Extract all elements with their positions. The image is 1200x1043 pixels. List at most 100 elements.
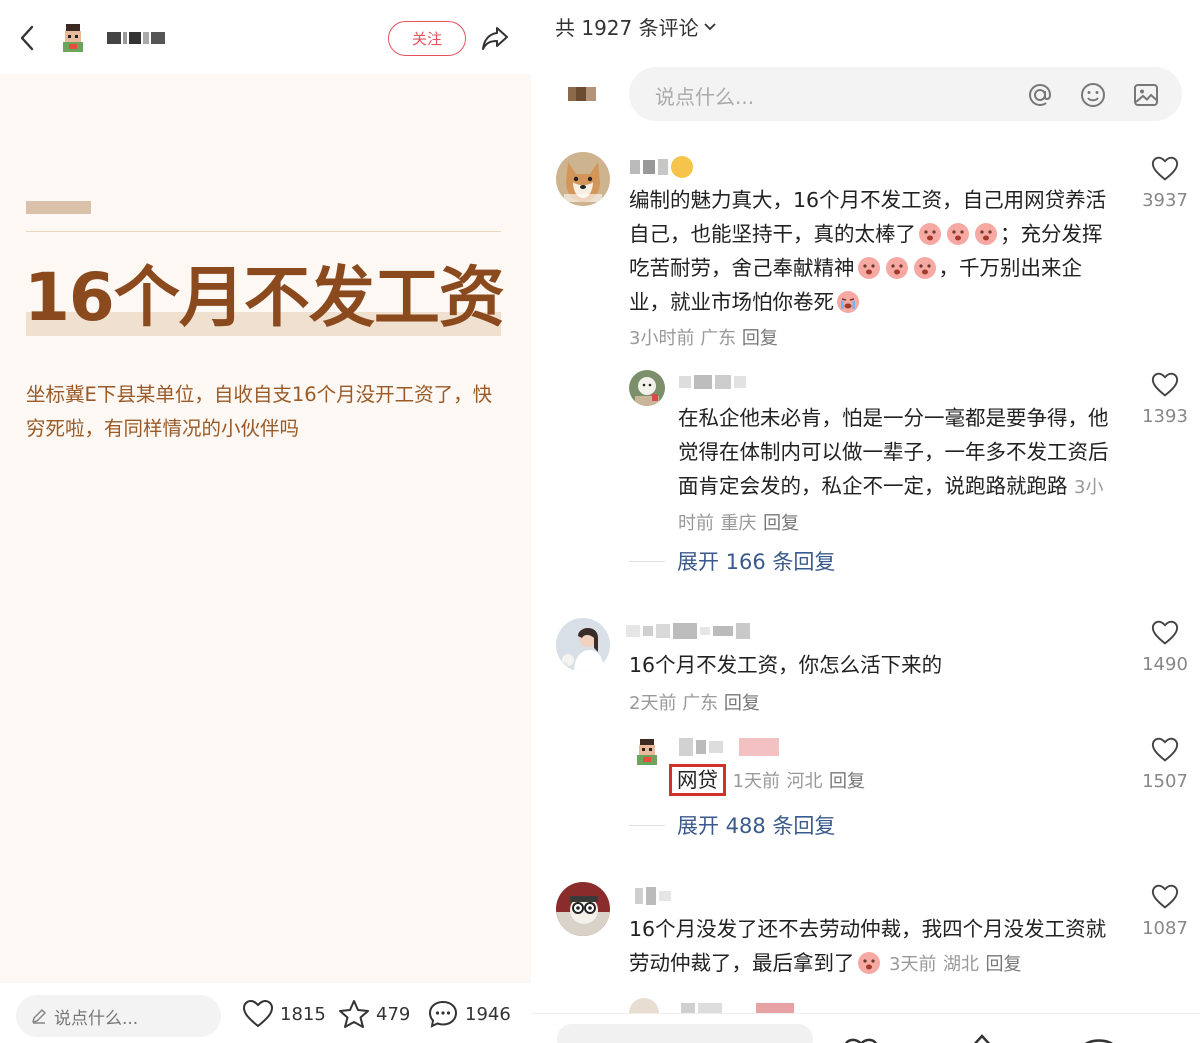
star-icon <box>339 1000 369 1028</box>
post-comment-input[interactable]: 说点什么... <box>16 995 221 1037</box>
reply-name-1-redacted[interactable] <box>679 374 746 390</box>
reply-button[interactable]: 回复 <box>829 771 865 792</box>
post-comment-placeholder: 说点什么... <box>54 1008 139 1029</box>
expand-divider <box>629 560 665 562</box>
comment-button[interactable]: 1946 <box>427 998 511 1030</box>
comment-like-count: 3937 <box>1142 190 1188 211</box>
image-button[interactable] <box>1131 80 1161 110</box>
star-icon[interactable] <box>967 1034 997 1043</box>
reply-location: 重庆 <box>720 513 757 534</box>
reply-time: 1天前 <box>732 771 780 792</box>
comment-meta-1: 3小时前 广东 回复 <box>629 324 778 350</box>
heart-icon <box>1151 737 1179 762</box>
commenter-avatar-1[interactable] <box>556 152 610 206</box>
comment-like-button-2[interactable]: 1490 <box>1135 620 1195 675</box>
reply-avatar-1[interactable] <box>629 370 665 406</box>
comment-input[interactable]: 说点什么... <box>629 67 1182 121</box>
comment-text-2: 16个月不发工资，你怎么活下来的 <box>629 653 943 677</box>
cartoon-avatar-image <box>556 882 610 936</box>
comments-pane: 共 1927 条评论 说点什么... 编制的魅力真大，16个月不发工资，自己用网… <box>531 0 1200 1043</box>
comment-location: 湖北 <box>943 954 980 975</box>
heart-icon[interactable] <box>841 1034 881 1043</box>
emoji-icon <box>1081 83 1105 107</box>
reply-button[interactable]: 回复 <box>986 954 1022 975</box>
at-icon <box>1028 83 1052 107</box>
commenter-avatar-2[interactable] <box>556 618 610 672</box>
author-avatar[interactable] <box>54 18 92 56</box>
share-button[interactable] <box>478 22 512 54</box>
comment-like-button-1[interactable]: 3937 <box>1135 156 1195 211</box>
bottom-action-bar <box>531 1013 1200 1043</box>
reply-button[interactable]: 回复 <box>724 693 760 714</box>
comment-text-1: 编制的魅力真大，16个月不发工资，自己用网贷养活自己，也能坚持干，真的太棒了 ；充… <box>629 183 1119 319</box>
share-icon <box>482 27 508 50</box>
commenter-avatar-3[interactable] <box>556 882 610 936</box>
heart-icon <box>1151 620 1179 645</box>
expand-divider <box>629 824 665 826</box>
post-header: 关注 <box>0 0 531 74</box>
expand-replies-label: 展开 488 条回复 <box>677 814 836 838</box>
reply-button[interactable]: 回复 <box>763 513 799 534</box>
shiba-avatar-image <box>556 152 610 206</box>
reply-button[interactable]: 回复 <box>742 328 778 349</box>
title-decoration <box>26 201 91 214</box>
crying-face-emoji-icon <box>917 220 943 246</box>
heart-icon <box>1151 372 1179 397</box>
crying-face-emoji-icon <box>856 254 882 280</box>
sobbing-face-emoji-icon <box>835 288 861 314</box>
dog-avatar-image <box>629 370 665 406</box>
crying-face-emoji-icon <box>945 220 971 246</box>
back-button[interactable] <box>12 22 42 54</box>
heart-icon <box>242 999 274 1028</box>
commenter-name-1-redacted[interactable] <box>630 156 693 178</box>
reply-body: 在私企他未必肯，怕是一分一毫都是要争得，他觉得在体制内可以做一辈子，一年多不发工… <box>678 406 1109 498</box>
crying-face-emoji-icon <box>912 254 938 280</box>
reply-like-count: 1393 <box>1142 406 1188 427</box>
comment-time: 3天前 <box>889 954 937 975</box>
comment-time: 3小时前 <box>629 328 695 349</box>
follow-button[interactable]: 关注 <box>388 21 466 56</box>
expand-replies-2[interactable]: 展开 488 条回复 <box>629 810 835 840</box>
title-divider <box>26 231 501 232</box>
reply-name-2-redacted[interactable] <box>679 736 779 758</box>
post-footer: 说点什么... 1815 479 1946 <box>0 983 531 1043</box>
comment-like-button-3[interactable]: 1087 <box>1135 884 1195 939</box>
comment-like-count: 1490 <box>1142 654 1188 675</box>
comment-text-3: 16个月没发了还不去劳动仲裁，我四个月没发工资就劳动仲裁了，最后拿到了 3天前 … <box>629 912 1119 982</box>
mention-button[interactable] <box>1025 80 1055 110</box>
post-title: 16个月不发工资 <box>24 259 505 336</box>
expand-replies-1[interactable]: 展开 166 条回复 <box>629 546 835 576</box>
author-name-redacted[interactable] <box>107 28 165 48</box>
image-icon <box>1134 84 1158 106</box>
like-button[interactable]: 1815 <box>242 998 326 1030</box>
chevron-down-icon <box>703 22 716 30</box>
my-avatar <box>568 87 596 101</box>
avatar-image <box>54 18 92 56</box>
comment-count: 1946 <box>465 1003 511 1025</box>
comment-icon[interactable] <box>1079 1034 1119 1043</box>
post-body: 坐标冀E下县某单位，自收自支16个月没开工资了，快穷死啦，有同样情况的小伙伴吗 <box>26 383 493 440</box>
crying-face-emoji-icon <box>973 220 999 246</box>
reply-avatar-2[interactable] <box>629 733 665 769</box>
commenter-name-2-redacted[interactable] <box>626 622 750 640</box>
heart-icon <box>1151 884 1179 909</box>
heart-icon <box>1151 156 1179 181</box>
emoji-button[interactable] <box>1078 80 1108 110</box>
comment-location: 广东 <box>700 328 737 349</box>
bottom-input[interactable] <box>557 1024 813 1043</box>
portrait-avatar-image <box>556 618 610 672</box>
crying-face-emoji-icon <box>856 949 882 975</box>
commenter-name-3-redacted[interactable] <box>635 886 671 906</box>
reply-like-button-1[interactable]: 1393 <box>1135 372 1195 427</box>
favorite-button[interactable]: 479 <box>338 998 410 1030</box>
reply-location: 河北 <box>786 771 823 792</box>
reply-like-button-2[interactable]: 1507 <box>1135 737 1195 792</box>
comment-location: 广东 <box>682 693 719 714</box>
comment-icon <box>428 1000 458 1028</box>
favorite-count: 479 <box>376 1003 411 1025</box>
reply-text-1: 在私企他未必肯，怕是一分一毫都是要争得，他觉得在体制内可以做一辈子，一年多不发工… <box>678 401 1118 541</box>
reply-like-count: 1507 <box>1142 771 1188 792</box>
avatar-image <box>629 733 665 769</box>
comment-count-header[interactable]: 共 1927 条评论 <box>555 12 717 41</box>
back-icon <box>20 25 34 51</box>
